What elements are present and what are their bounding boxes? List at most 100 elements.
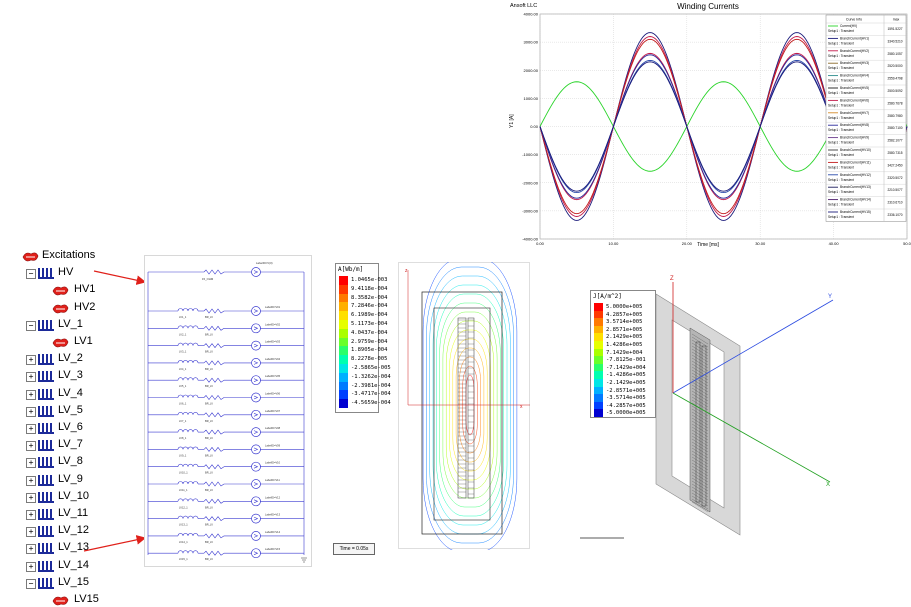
coil-label: LV13_1 [179,523,188,527]
x-tick-label: 30.00 [755,241,766,246]
legend-entry-name: Current(HV) [840,24,857,28]
legend-entry-setup: Setup1 : Transient [828,91,854,95]
legend-value: -1.3262e-004 [351,373,391,380]
legend-value: 2.9759e-004 [351,338,388,345]
coil-label: LV11_1 [179,488,188,492]
legend-entry-name: BranchCurrent(HV14) [840,198,871,202]
chart-canvas: Ansoft LLC Winding Currents 4000.00 3000.… [509,2,911,248]
resistor-label: BR_LV [205,402,213,406]
resistor-label: BR_LV [205,505,213,509]
resistor-label: BR_LV [205,384,213,388]
legend-entry-max: 2500.5092 [887,89,902,93]
y-tick-label: 0.00 [530,124,539,129]
legend-entry-setup: Setup1 : Transient [828,153,854,157]
legend-entry-max: 2580.7100 [887,126,902,130]
x-tick-label: 50.0 [903,241,911,246]
resistor-label: BR_LV [205,350,213,354]
y-tick-label: -1000.00 [522,152,539,157]
legend-entry-setup: Setup1 : Transient [828,141,854,145]
chart-title: Winding Currents [677,2,739,11]
legend-value: 8.2278e-005 [351,356,388,363]
legend-entry-name: BranchCurrent(HV9) [840,136,869,140]
source-label: LabelID=V07 [265,409,281,413]
legend-entry-max: 2336.1070 [887,213,902,217]
legend-value: -2.3981e-004 [351,382,391,389]
resistor-label: BR_LV [205,471,213,475]
source-label: LabelID=V09 [265,443,281,447]
flux-contour-plot: xz [398,262,530,550]
chart-header-left: Ansoft LLC [510,3,537,9]
legend-value: 5.1173e-004 [351,321,388,327]
tree-item-lv_15[interactable]: LV_15 [58,576,89,588]
circuit-schematic: 15_OHM LabelID=V(0) LV1_1 BR_LV LabelID=V01 L… [144,255,312,567]
resistor-label: BR_LV [205,557,213,561]
legend-entry-max: 3427.2450 [887,163,902,167]
x-tick-label: 10.00 [608,241,619,246]
legend-entry-name: BranchCurrent(HV4) [840,74,869,78]
resistor-label: BR_LV [205,436,213,440]
source-label: LabelID=V02 [265,322,281,326]
coil-label: LV2_1 [179,332,187,336]
y-tick-label: 3000.00 [524,40,539,45]
collapse-toggle-lv_15[interactable]: − [26,578,36,589]
legend-value: 6.1989e-004 [351,312,388,319]
coil-label: LV10_1 [179,471,188,475]
tree-item-lv15[interactable]: LV15 [74,593,99,605]
legend-value: -3.4717e-004 [351,391,391,398]
resistor-label: BR_LV [205,332,213,336]
legend-entry-max: 1591.5227 [887,27,902,31]
arrow-hv1 [93,270,147,285]
y-tick-label: -3000.00 [522,208,539,213]
axis-z-label: Z [670,276,674,282]
coil-label: LV9_1 [179,453,187,457]
legend-entry-setup: Setup1 : Transient [828,103,854,107]
coil-label: LV1_1 [179,315,187,319]
legend-entry-name: BranchCurrent(HV11) [840,160,871,164]
legend-entry-setup: Setup1 : Transient [828,203,854,207]
legend-value: -2.5865e-005 [351,365,391,371]
legend-entry-setup: Setup1 : Transient [828,215,854,219]
axis-x-label: X [826,482,830,488]
legend-entry-setup: Setup1 : Transient [828,116,854,120]
coil-label: LV7_1 [179,419,187,423]
source-label: LabelID=V10 [265,461,281,465]
source-label: LabelID=V12 [265,495,281,499]
resistor-label: BR_LV [205,523,213,527]
legend-value: -4.5659e-004 [351,400,391,407]
legend-entry-max: 2210.5077 [887,188,902,192]
legend-entry-name: BranchCurrent(HV6) [840,98,869,102]
y-tick-label: -2000.00 [522,180,539,185]
legend-entry-max: 2320.5072 [887,176,902,180]
coil-label: LV6_1 [179,402,187,406]
legend-entry-setup: Setup1 : Transient [828,29,854,33]
legend-entry-max: 2520.5000 [887,64,902,68]
source-label: LabelID=V08 [265,426,281,430]
resistor-label: BR_LV [205,419,213,423]
source-label: LabelID=V13 [265,513,281,517]
legend-entry-name: BranchCurrent(HV15) [840,210,871,214]
legend-entry-name: BranchCurrent(HV7) [840,111,869,115]
legend-entry-name: BranchCurrent(HV1) [840,36,869,40]
legend-value: 4.0437e-004 [351,329,388,336]
legend-entry-setup: Setup1 : Transient [828,41,854,45]
legend-header-max: max [893,18,900,22]
x-axis-label: Time [ms] [697,242,719,248]
y-tick-label: 4000.00 [524,12,539,17]
legend-header-curve: Curve Info [846,18,862,22]
legend-entry-setup: Setup1 : Transient [828,165,854,169]
y-axis-label: Y1 [A] [509,114,515,128]
legend-entry-setup: Setup1 : Transient [828,128,854,132]
legend-entry-max: 3340.5210 [887,39,902,43]
legend-entry-setup: Setup1 : Transient [828,190,854,194]
resistor-label: BR_LV [205,488,213,492]
winding-icon [38,577,54,589]
source-label: LabelID=V01 [265,305,281,309]
legend-entry-name: BranchCurrent(HV3) [840,61,869,65]
legend-entry-setup: Setup1 : Transient [828,66,854,70]
legend-entry-name: BranchCurrent(HV5) [840,86,869,90]
legend-value: 1.0465e-003 [351,277,388,283]
legend-entry-setup: Setup1 : Transient [828,54,854,58]
flux-legend: A[Wb/m] 1.0465e-003 9.4118e-004 8.3582e-00… [335,263,391,413]
source-label: LabelID=V05 [265,374,281,378]
legend-entry-name: BranchCurrent(HV8) [840,123,869,127]
